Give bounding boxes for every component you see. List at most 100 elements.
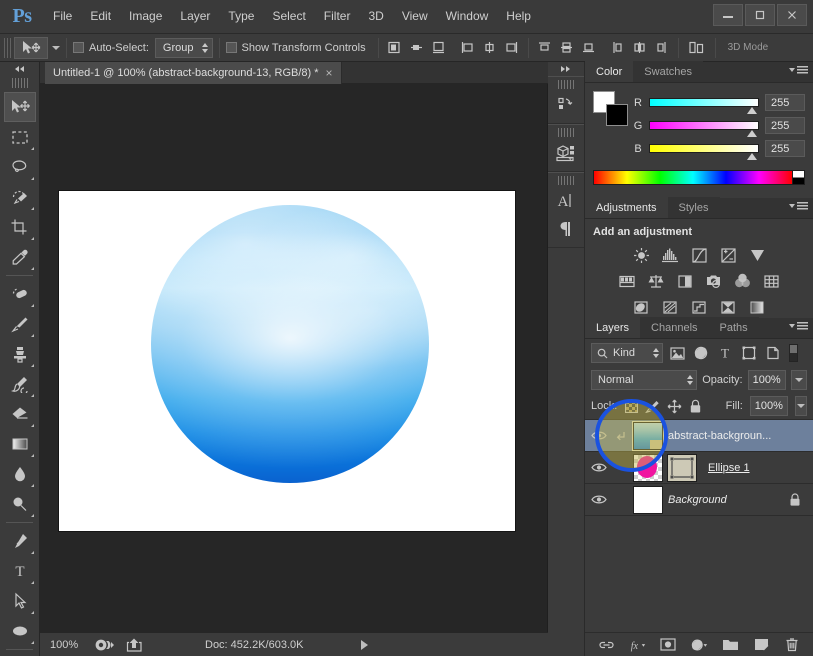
tool-pen[interactable] <box>4 526 36 556</box>
layer-row-ellipse-1[interactable]: Ellipse 1 <box>585 452 813 484</box>
tool-history-brush[interactable] <box>4 369 36 399</box>
vibrance-icon[interactable] <box>746 245 768 265</box>
color-balance-icon[interactable] <box>645 271 667 291</box>
menu-type[interactable]: Type <box>219 0 263 33</box>
properties-3d-icon[interactable] <box>552 139 580 167</box>
close-document-icon[interactable]: × <box>326 67 333 79</box>
align-vertical-centers-icon[interactable] <box>480 38 500 58</box>
tool-path-selection[interactable] <box>4 586 36 616</box>
align-horizontal-centers-icon[interactable] <box>407 38 427 58</box>
lock-all-icon[interactable] <box>689 396 703 416</box>
tab-channels[interactable]: Channels <box>640 317 709 338</box>
channel-mixer-icon[interactable] <box>732 271 754 291</box>
slider-thumb-g[interactable] <box>747 130 757 137</box>
tools-collapse-icon[interactable] <box>0 62 39 76</box>
canvas-workspace[interactable] <box>40 84 548 632</box>
color-panel-menu-icon[interactable] <box>789 66 808 74</box>
gradient-map-icon[interactable] <box>746 297 768 317</box>
hue-saturation-icon[interactable] <box>616 271 638 291</box>
layer-thumbnail[interactable] <box>633 485 663 514</box>
color-background-swatch[interactable] <box>606 104 628 126</box>
threshold-icon[interactable] <box>688 297 710 317</box>
history-icon[interactable] <box>552 91 580 119</box>
menu-edit[interactable]: Edit <box>81 0 120 33</box>
layer-filter-toggle[interactable] <box>789 344 798 362</box>
layer-thumbnail[interactable] <box>632 420 664 451</box>
character-panel-icon[interactable]: A <box>552 187 580 215</box>
layer-name[interactable]: abstract-backgroun... <box>668 430 771 442</box>
filter-smart-object-icon[interactable] <box>763 343 783 363</box>
slider-thumb-b[interactable] <box>747 153 757 160</box>
layer-visibility-eye-icon[interactable] <box>589 426 609 446</box>
color-spectrum-bar[interactable] <box>593 170 793 185</box>
tool-ellipse[interactable] <box>4 616 36 646</box>
share-icon[interactable] <box>126 638 143 652</box>
camera-raw-icon[interactable] <box>94 638 116 652</box>
menu-help[interactable]: Help <box>497 0 540 33</box>
distribute-vertical-centers-icon[interactable] <box>557 38 577 58</box>
tab-styles[interactable]: Styles <box>667 197 720 218</box>
active-tool-preview[interactable] <box>14 36 48 59</box>
layer-name[interactable]: Ellipse 1 <box>708 462 750 474</box>
distribute-bottom-edges-icon[interactable] <box>579 38 599 58</box>
tool-quick-selection[interactable] <box>4 182 36 212</box>
tool-healing-brush[interactable] <box>4 279 36 309</box>
lock-transparent-pixels-icon[interactable] <box>624 396 638 416</box>
distribute-left-edges-icon[interactable] <box>608 38 628 58</box>
layer-visibility-eye-icon[interactable] <box>589 490 609 510</box>
channel-value-g[interactable]: 255 <box>765 117 805 134</box>
tool-blur[interactable] <box>4 459 36 489</box>
filter-type-icon[interactable]: T <box>715 343 735 363</box>
tool-move[interactable] <box>3 92 36 122</box>
maximize-button[interactable] <box>745 4 775 26</box>
layer-filter-kind-dropdown[interactable]: Kind <box>591 343 663 363</box>
new-adjustment-layer-icon[interactable] <box>691 636 708 653</box>
lock-position-icon[interactable] <box>667 396 682 416</box>
tool-horizontal-type[interactable]: T <box>4 556 36 586</box>
auto-align-layers-icon[interactable] <box>685 38 709 58</box>
layer-row-background[interactable]: Background <box>585 484 813 516</box>
tool-gradient[interactable] <box>4 429 36 459</box>
levels-icon[interactable] <box>659 245 681 265</box>
slider-track-b[interactable] <box>649 144 759 160</box>
color-lookup-icon[interactable] <box>761 271 783 291</box>
layer-visibility-eye-icon[interactable] <box>589 458 609 478</box>
slider-track-r[interactable] <box>649 98 759 114</box>
tab-paths[interactable]: Paths <box>708 317 759 338</box>
auto-select-dropdown[interactable]: Group <box>154 37 213 58</box>
tool-clone-stamp[interactable] <box>4 339 36 369</box>
menu-window[interactable]: Window <box>437 0 498 33</box>
distribute-horizontal-centers-icon[interactable] <box>630 38 650 58</box>
color-spectrum-endcap[interactable] <box>793 170 805 185</box>
layer-row-abstract-background[interactable]: abstract-backgroun... <box>585 420 813 452</box>
layer-style-fx-icon[interactable]: fx <box>629 636 646 653</box>
tab-layers[interactable]: Layers <box>585 317 641 338</box>
fill-dropdown-arrow[interactable] <box>794 396 807 416</box>
filter-shape-icon[interactable] <box>739 343 759 363</box>
tab-adjustments[interactable]: Adjustments <box>585 197 668 218</box>
artboard[interactable] <box>59 191 515 531</box>
blend-mode-dropdown[interactable]: Normal <box>591 370 698 390</box>
tool-brush[interactable] <box>4 309 36 339</box>
menu-select[interactable]: Select <box>263 0 314 33</box>
opacity-dropdown-arrow[interactable] <box>790 370 807 390</box>
dock-grip[interactable] <box>558 128 574 137</box>
tool-lasso[interactable] <box>4 152 36 182</box>
menu-image[interactable]: Image <box>120 0 171 33</box>
align-top-edges-icon[interactable] <box>458 38 478 58</box>
tools-panel-grip[interactable] <box>11 78 28 88</box>
tool-crop[interactable] <box>4 212 36 242</box>
align-right-edges-icon[interactable] <box>429 38 449 58</box>
dock-grip[interactable] <box>558 176 574 185</box>
auto-select-checkbox[interactable] <box>73 42 84 53</box>
filter-adjustment-icon[interactable] <box>691 343 711 363</box>
slider-track-g[interactable] <box>649 121 759 137</box>
color-panel-swatches[interactable] <box>593 91 628 126</box>
show-transform-controls-checkbox[interactable] <box>225 42 237 53</box>
expand-panels-icon[interactable] <box>548 62 584 76</box>
layer-name[interactable]: Background <box>668 494 727 506</box>
menu-file[interactable]: File <box>44 0 81 33</box>
delete-layer-icon[interactable] <box>784 636 801 653</box>
tool-dodge[interactable] <box>4 489 36 519</box>
add-layer-mask-icon[interactable] <box>660 636 677 653</box>
